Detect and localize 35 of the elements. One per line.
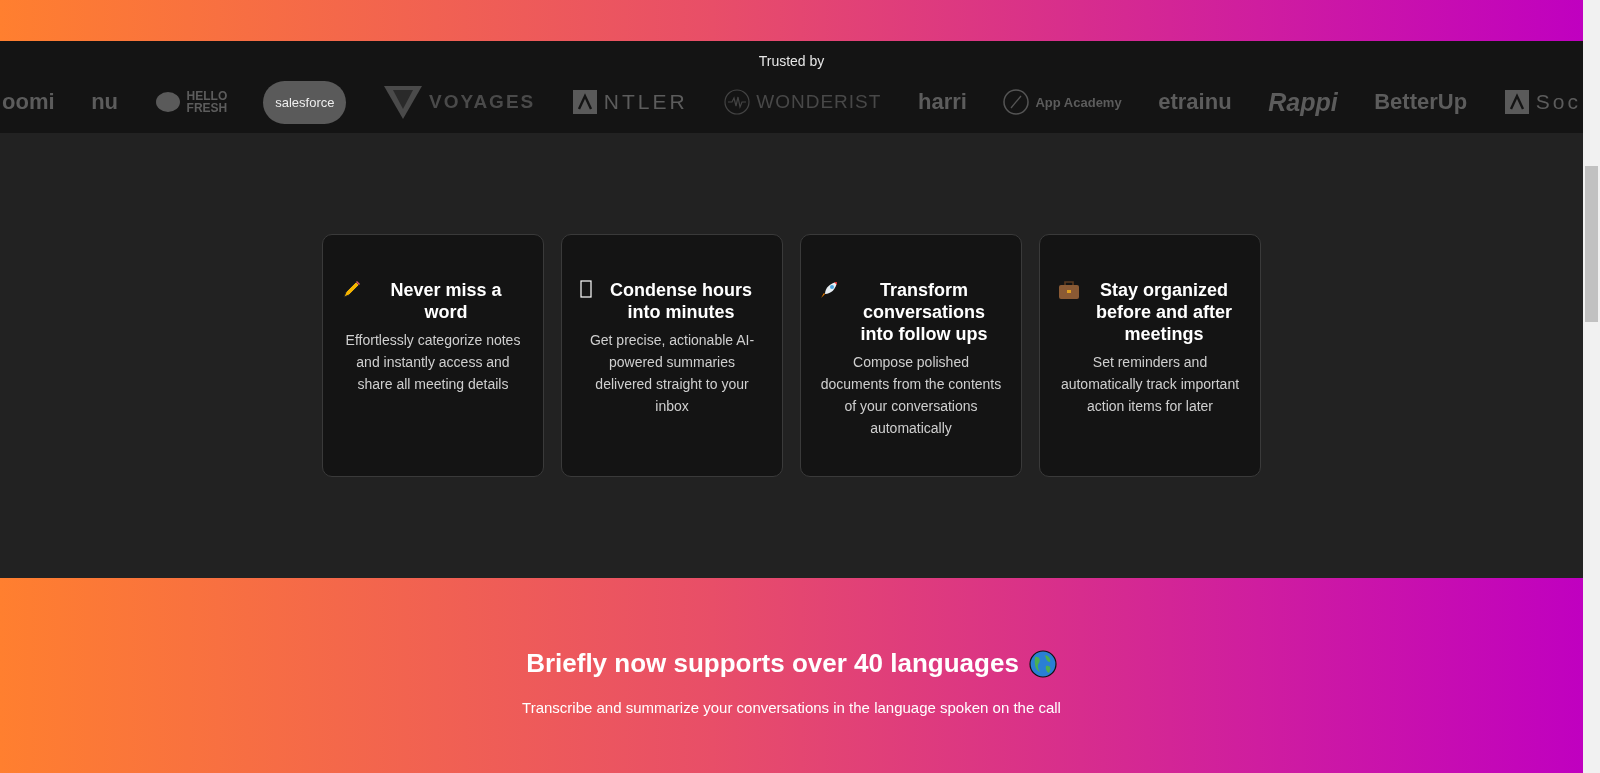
logo-text: Rappi	[1268, 87, 1338, 117]
logo-text: BetterUp	[1374, 89, 1468, 115]
square-icon	[1503, 89, 1530, 115]
feature-title: Stay organized before and after meetings	[1095, 279, 1233, 345]
feature-title: Transform conversations into follow ups	[859, 279, 989, 345]
logo-text: oomi	[2, 89, 55, 115]
leaf-icon	[154, 91, 181, 113]
trusted-by-label: Trusted by	[758, 53, 825, 69]
logo-text: App Academy	[1035, 94, 1122, 110]
placeholder-glyph-icon	[580, 280, 592, 298]
feature-description: Compose polished documents from the contents of your conversations automatically	[819, 353, 1003, 438]
feature-description: Get precise, actionable AI-powered summaries delivered straight to your inbox	[588, 331, 756, 416]
logo-text: NTLER	[603, 90, 688, 114]
logo-text: harri	[917, 89, 967, 115]
pencil-icon	[341, 280, 361, 300]
feature-title: Never miss a word	[389, 279, 503, 323]
logo-text: HELLO FRESH	[186, 90, 227, 114]
rocket-icon	[819, 280, 839, 300]
globe-icon	[1028, 649, 1057, 678]
languages-subtitle: Transcribe and summarize your conversations in the language spoken on the call	[522, 699, 1061, 716]
feature-description: Effortlessly categorize notes and instantly access and share all meeting details	[344, 331, 522, 394]
circle-icon	[1003, 89, 1030, 115]
cloud-logo: salesforce	[263, 80, 347, 124]
scrollbar[interactable]	[1583, 0, 1600, 773]
scrollbar-thumb[interactable]	[1585, 166, 1598, 322]
logo-text: etrainu	[1158, 89, 1232, 115]
briefcase-icon	[1058, 280, 1080, 300]
logo-text: Soc	[1535, 90, 1581, 114]
logo-text: nu	[91, 89, 119, 115]
square-icon	[571, 89, 598, 115]
feature-title: Condense hours into minutes	[609, 279, 753, 323]
waveform-icon	[724, 89, 751, 115]
chevron-icon	[383, 84, 423, 120]
feature-description: Set reminders and automatically track important action items for later	[1059, 353, 1241, 416]
languages-heading: Briefly now supports over 40 languages	[526, 648, 1019, 679]
